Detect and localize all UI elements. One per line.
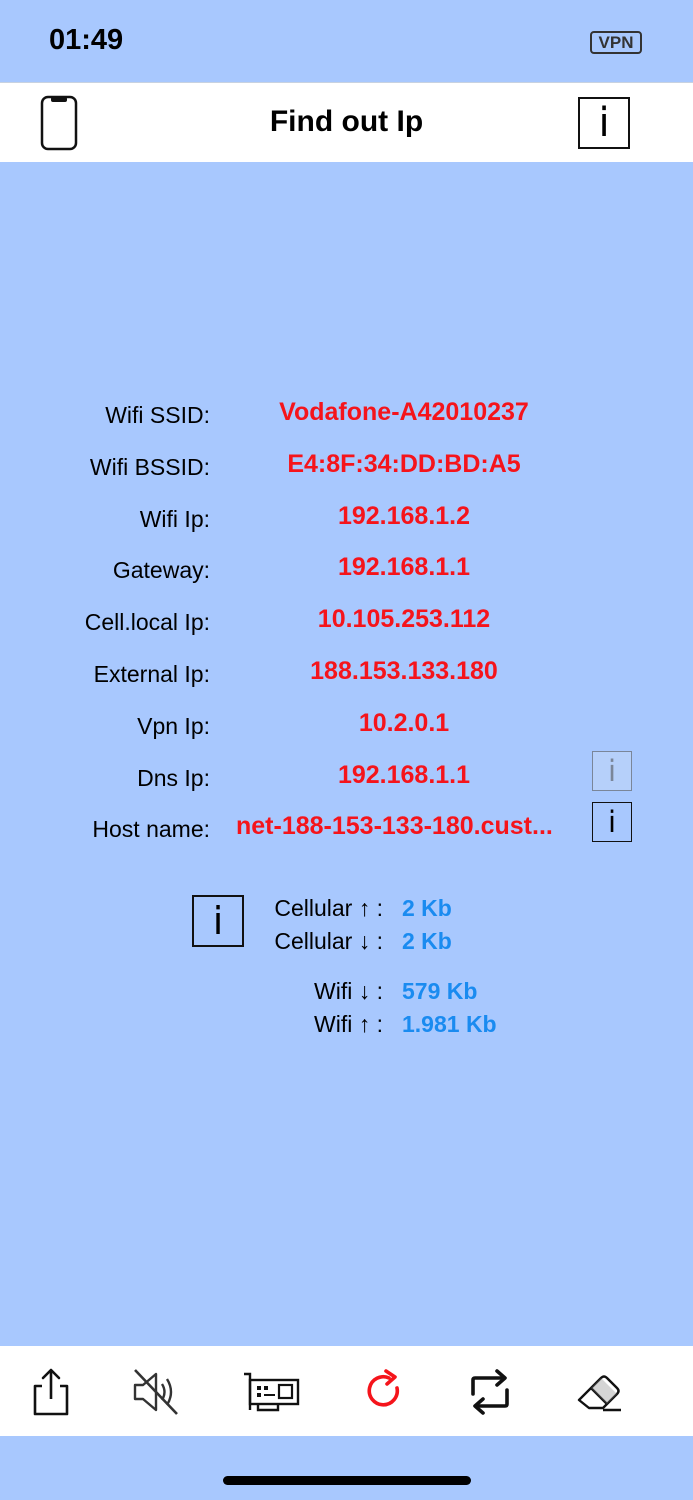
row-label: Dns Ip: <box>137 764 210 791</box>
eraser-icon[interactable] <box>573 1366 627 1418</box>
row-value[interactable]: 10.2.0.1 <box>230 709 578 738</box>
info-row-cell-local-ip: Cell.local Ip: 10.105.253.112 <box>0 595 693 647</box>
cellular-down-label: Cellular ↓ : <box>274 928 383 954</box>
speaker-muted-icon[interactable] <box>129 1366 183 1418</box>
info-icon: i <box>598 100 610 146</box>
wifi-up-label: Wifi ↑ : <box>314 1011 383 1037</box>
info-row-gateway: Gateway: 192.168.1.1 <box>0 543 693 595</box>
info-icon: i <box>212 899 224 943</box>
host-info-button[interactable]: i <box>592 802 632 843</box>
cellular-up-label: Cellular ↑ : <box>274 895 383 921</box>
row-label: Wifi Ip: <box>139 505 210 532</box>
dns-info-button[interactable]: i <box>592 750 632 791</box>
wifi-up-value: 1.981 Kb <box>402 1011 497 1037</box>
wifi-down-value: 579 Kb <box>402 978 478 1004</box>
info-row-host-name: Host name: net-188-153-133-180.cust... i <box>0 802 693 854</box>
row-label: Wifi BSSID: <box>89 453 210 480</box>
info-row-external-ip: External Ip: 188.153.133.180 <box>0 647 693 699</box>
network-info-list: Wifi SSID: Vodafone-A42010237 Wifi BSSID… <box>0 388 693 854</box>
row-label: External Ip: <box>93 660 210 687</box>
refresh-icon[interactable] <box>357 1366 411 1418</box>
share-icon[interactable] <box>24 1366 78 1418</box>
row-value[interactable]: net-188-153-133-180.cust... <box>236 812 581 841</box>
wifi-down-label: Wifi ↓ : <box>314 978 383 1004</box>
row-value[interactable]: 188.153.133.180 <box>230 657 578 686</box>
home-indicator <box>223 1476 471 1485</box>
info-row-vpn-ip: Vpn Ip: 10.2.0.1 <box>0 699 693 751</box>
vpn-badge: VPN <box>590 31 642 54</box>
row-label: Gateway: <box>112 557 210 584</box>
row-value[interactable]: 192.168.1.1 <box>230 553 578 582</box>
cellular-down-value: 2 Kb <box>402 928 452 954</box>
info-button[interactable]: i <box>578 97 630 149</box>
traffic-info-button[interactable]: i <box>192 895 244 947</box>
info-row-dns-ip: Dns Ip: 192.168.1.1 i <box>0 750 693 803</box>
status-time: 01:49 <box>49 24 124 56</box>
info-icon: i <box>607 753 617 788</box>
repeat-icon[interactable] <box>463 1366 517 1418</box>
info-row-wifi-ip: Wifi Ip: 192.168.1.2 <box>0 492 693 544</box>
row-label: Cell.local Ip: <box>84 609 210 636</box>
row-label: Vpn Ip: <box>137 712 210 739</box>
row-value[interactable]: 10.105.253.112 <box>230 605 578 634</box>
row-value[interactable]: Vodafone-A42010237 <box>230 398 578 427</box>
network-card-icon[interactable] <box>242 1366 302 1418</box>
info-row-wifi-bssid: Wifi BSSID: E4:8F:34:DD:BD:A5 <box>0 440 693 492</box>
cellular-up-value: 2 Kb <box>402 895 452 921</box>
bottom-toolbar <box>0 1346 693 1436</box>
row-value[interactable]: 192.168.1.2 <box>230 502 578 531</box>
info-row-wifi-ssid: Wifi SSID: Vodafone-A42010237 <box>0 388 693 440</box>
row-value[interactable]: 192.168.1.1 <box>230 761 578 790</box>
nav-bar: Find out Ip i <box>0 82 693 162</box>
row-value[interactable]: E4:8F:34:DD:BD:A5 <box>230 450 578 479</box>
row-label: Host name: <box>92 816 210 843</box>
row-label: Wifi SSID: <box>105 402 210 428</box>
traffic-stats: i Cellular ↑ : 2 Kb Cellular ↓ : 2 Kb Wi… <box>0 893 693 1043</box>
status-bar: 01:49 VPN <box>0 0 693 82</box>
info-icon: i <box>607 805 617 840</box>
